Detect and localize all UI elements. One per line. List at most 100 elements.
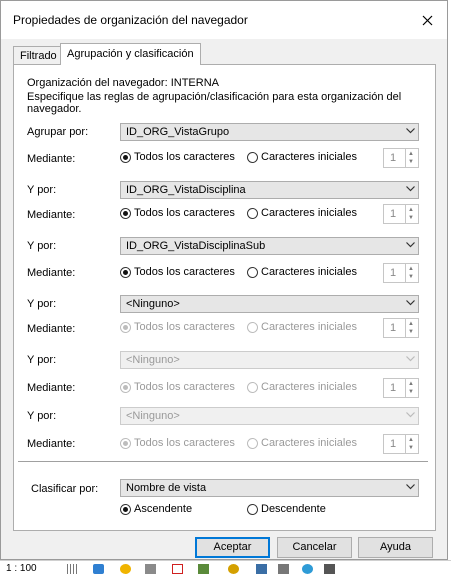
radio-label: Todos los caracteres [134,321,235,333]
arrow-down-icon: ▼ [408,445,414,451]
instructions-text: Especifique las reglas de agrupación/cla… [27,91,402,103]
help-button[interactable]: Ayuda [358,537,433,558]
arrow-down-icon: ▼ [408,329,414,335]
radio-all-characters: Todos los caracteres [120,437,235,449]
radio-initial-characters: Caracteres iniciales [247,381,357,393]
radio-circle [120,437,131,449]
radio-initial-characters[interactable]: Caracteres iniciales [247,266,357,278]
then-by-label: Y por: [27,184,57,196]
initial-characters-stepper[interactable]: 1 ▲ ▼ [383,148,419,168]
dialog-title: Propiedades de organización del navegado… [13,13,248,27]
then-by-label: Y por: [27,354,57,366]
tab-label: Agrupación y clasificación [67,48,194,60]
radio-label: Todos los caracteres [134,207,235,219]
radio-label: Caracteres iniciales [261,321,357,333]
close-icon[interactable] [417,10,437,30]
select-value: Nombre de vista [126,482,207,494]
radio-label: Todos los caracteres [134,266,235,278]
title-bar: Propiedades de organización del navegado… [1,1,447,39]
radio-all-characters[interactable]: Todos los caracteres [120,207,235,219]
browser-organization-properties-dialog: Propiedades de organización del navegado… [0,0,448,560]
cancel-button[interactable]: Cancelar [277,537,352,558]
stepper-value: 1 [390,208,397,220]
then-by-label: Y por: [27,298,57,310]
radio-circle [247,437,258,449]
sort-by-select[interactable]: Nombre de vista [120,479,419,497]
radio-initial-characters[interactable]: Caracteres iniciales [247,151,357,163]
tab-label: Filtrado [20,50,57,62]
arrow-down-icon[interactable]: ▼ [408,215,414,221]
radio-initial-characters: Caracteres iniciales [247,437,357,449]
radio-label: Caracteres iniciales [261,381,357,393]
radio-initial-characters: Caracteres iniciales [247,321,357,333]
tab-agrupacion-clasificacion[interactable]: Agrupación y clasificación [60,43,201,65]
organization-label: Organización del navegador: INTERNA [27,77,219,89]
select-value: ID_ORG_VistaGrupo [126,126,230,138]
visual-style-icon[interactable] [93,564,104,574]
group-by-select[interactable]: ID_ORG_VistaGrupo [120,123,419,141]
radio-all-characters[interactable]: Todos los caracteres [120,151,235,163]
select-value: ID_ORG_VistaDisciplinaSub [126,240,266,252]
then-by-select-2[interactable]: ID_ORG_VistaDisciplinaSub [120,237,419,255]
then-by-label: Y por: [27,240,57,252]
constraints-icon[interactable] [324,564,335,574]
then-by-select-1[interactable]: ID_ORG_VistaDisciplina [120,181,419,199]
shadows-icon[interactable] [145,564,156,574]
radio-initial-characters[interactable]: Caracteres iniciales [247,207,357,219]
radio-circle [120,151,131,163]
radio-all-characters[interactable]: Todos los caracteres [120,266,235,278]
mediante-label: Mediante: [27,323,76,335]
radio-label: Caracteres iniciales [261,151,357,163]
mediante-label: Mediante: [27,209,76,221]
radio-circle [247,266,258,278]
mediante-label: Mediante: [27,267,76,279]
radio-circle [120,321,131,333]
chevron-down-icon [406,242,415,248]
arrow-down-icon: ▼ [408,389,414,395]
radio-label: Caracteres iniciales [261,437,357,449]
select-value: ID_ORG_VistaDisciplina [126,184,246,196]
radio-circle [120,503,131,515]
sort-by-label: Clasificar por: [31,483,99,495]
ok-button[interactable]: Aceptar [195,537,270,558]
worksharing-icon[interactable] [278,564,289,574]
radio-all-characters: Todos los caracteres [120,381,235,393]
radio-descending[interactable]: Descendente [247,503,326,515]
arrow-up-icon[interactable]: ▲ [408,151,414,157]
then-by-select-3[interactable]: <Ninguno> [120,295,419,313]
sun-path-icon[interactable] [120,564,131,574]
temporary-hide-icon[interactable] [228,564,239,574]
group-by-label: Agrupar por: [27,126,89,138]
radio-label: Caracteres iniciales [261,266,357,278]
status-bar: 1 : 100 [0,560,451,577]
radio-label: Todos los caracteres [134,437,235,449]
view-scale[interactable]: 1 : 100 [6,563,37,574]
crop-view-icon[interactable] [172,564,183,574]
arrow-up-icon[interactable]: ▲ [408,207,414,213]
mediante-label: Mediante: [27,153,76,165]
arrow-down-icon[interactable]: ▼ [408,159,414,165]
divider [18,461,428,462]
initial-characters-stepper[interactable]: 1 ▲ ▼ [383,263,419,283]
chevron-down-icon [406,128,415,134]
radio-circle [247,207,258,219]
analytical-model-icon[interactable] [302,564,313,574]
crop-region-icon[interactable] [198,564,209,574]
arrow-down-icon[interactable]: ▼ [408,274,414,280]
radio-label: Descendente [261,503,326,515]
select-value: <Ninguno> [126,410,180,422]
initial-characters-stepper[interactable]: 1 ▲ ▼ [383,204,419,224]
instructions-text-cont: navegador. [27,103,82,115]
reveal-hidden-icon[interactable] [256,564,267,574]
radio-ascending[interactable]: Ascendente [120,503,192,515]
arrow-up-icon[interactable]: ▲ [408,266,414,272]
radio-label: Ascendente [134,503,193,515]
chevron-down-icon [406,484,415,490]
radio-label: Todos los caracteres [134,151,235,163]
then-by-select-5: <Ninguno> [120,407,419,425]
tab-filtrado[interactable]: Filtrado [13,46,64,65]
radio-circle [247,381,258,393]
detail-level-icon[interactable] [67,564,78,574]
initial-characters-stepper: 1 ▲ ▼ [383,318,419,338]
stepper-value: 1 [390,322,397,334]
